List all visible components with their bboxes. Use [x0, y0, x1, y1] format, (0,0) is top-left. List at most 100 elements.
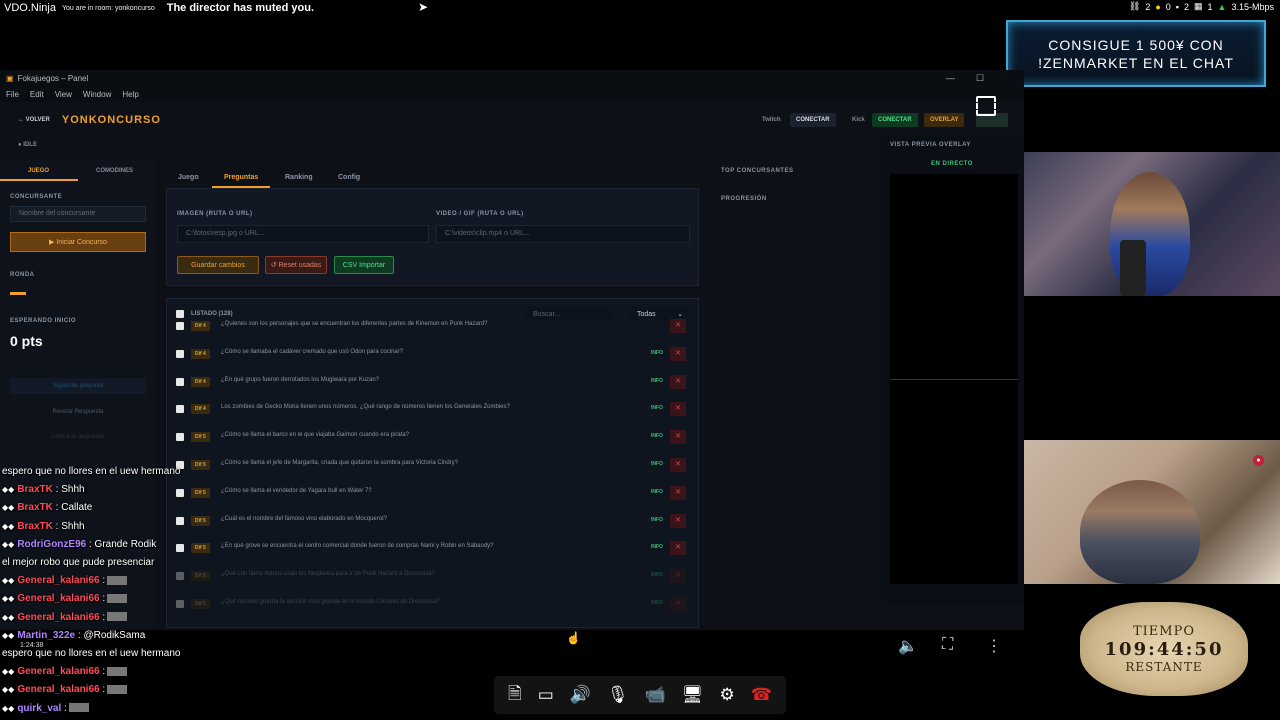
waiting-label: ESPERANDO INICIO: [10, 318, 77, 324]
info-button[interactable]: INFO: [651, 350, 663, 356]
speaker-icon[interactable]: 🔊: [570, 685, 591, 705]
round-indicator: [10, 292, 26, 295]
chat-icon[interactable]: ▭: [538, 685, 554, 705]
chat-username[interactable]: Martin_322e: [17, 630, 75, 641]
info-button[interactable]: INFO: [651, 405, 663, 411]
delete-button[interactable]: ✕: [670, 513, 686, 528]
grid-icon: ▦: [1194, 1, 1203, 11]
volume-icon[interactable]: 🔈: [898, 636, 918, 656]
screen-share-icon[interactable]: 🖥: [682, 685, 704, 705]
info-button[interactable]: INFO: [651, 517, 663, 523]
chat-overlay: espero que no llores en el uew hermano ◆◆…: [0, 466, 300, 720]
chat-username[interactable]: BraxTK: [17, 502, 53, 513]
twitch-connect-button[interactable]: CONECTAR: [790, 113, 836, 127]
question-edit-card: IMAGEN (RUTA O URL) C:\fotos\resp.jpg o …: [166, 188, 699, 286]
tab-juego-center[interactable]: Juego: [178, 174, 199, 181]
info-button[interactable]: INFO: [651, 600, 663, 606]
delete-button[interactable]: ✕: [670, 374, 686, 389]
chat-username[interactable]: quirk_val: [17, 703, 61, 714]
menu-edit[interactable]: Edit: [30, 90, 44, 99]
promo-line-1: CONSIGUE 1 500¥ CON: [1048, 36, 1224, 53]
delete-button[interactable]: ✕: [670, 346, 686, 361]
menu-view[interactable]: View: [55, 90, 72, 99]
user-icon: ▪: [1175, 1, 1179, 12]
save-changes-button[interactable]: Guardar cambios: [177, 256, 259, 274]
webcam-guest: [1024, 440, 1280, 584]
delete-button[interactable]: ✕: [670, 430, 686, 445]
delete-button[interactable]: ✕: [670, 319, 686, 333]
reveal-answer-button[interactable]: Revelar Respuesta: [10, 404, 146, 420]
vdo-control-bar: 🗎 ▭ 🔊 🎙 📹 🖥 ⚙ ☎: [494, 676, 786, 714]
delete-button[interactable]: ✕: [670, 458, 686, 472]
csv-import-button[interactable]: CSV Importar: [334, 256, 394, 274]
preview-divider: [890, 379, 1018, 380]
round-label: RONDA: [10, 272, 35, 278]
chat-username[interactable]: General_kalani66: [17, 612, 99, 623]
ready-button[interactable]: Listo a la respuesta: [10, 429, 146, 445]
chat-username[interactable]: BraxTK: [17, 484, 53, 495]
tab-ranking[interactable]: Ranking: [285, 174, 313, 181]
hang-up-icon[interactable]: ☎: [751, 685, 772, 705]
minimize-button[interactable]: —: [946, 73, 955, 83]
row-checkbox[interactable]: [176, 433, 184, 442]
file-share-icon[interactable]: 🗎: [508, 681, 522, 710]
brand-label: VDO.Ninja: [4, 2, 56, 14]
chat-username[interactable]: RodriGonzE96: [17, 539, 86, 550]
back-button[interactable]: ← VOLVER: [18, 117, 50, 123]
menu-window[interactable]: Window: [83, 90, 111, 99]
maximize-button[interactable]: ☐: [976, 73, 984, 84]
emote-icon: [107, 612, 128, 622]
microphone-toggle-icon[interactable]: 🎙: [607, 685, 629, 705]
fullscreen-corner-icon[interactable]: [976, 96, 996, 116]
menu-help[interactable]: Help: [122, 90, 138, 99]
settings-gear-icon[interactable]: ⚙: [719, 685, 734, 705]
delete-button[interactable]: ✕: [670, 402, 686, 417]
chat-username[interactable]: General_kalani66: [17, 593, 99, 604]
mouse-cursor-icon: ➤: [418, 0, 429, 14]
tab-config[interactable]: Config: [338, 174, 360, 181]
tab-comodines[interactable]: COMODINES: [96, 168, 133, 174]
info-button[interactable]: INFO: [651, 544, 663, 550]
row-checkbox[interactable]: [176, 405, 184, 414]
chat-text: :: [102, 575, 106, 587]
info-button[interactable]: INFO: [651, 489, 663, 495]
user-badges-icon: ◆◆: [2, 503, 15, 513]
delete-button[interactable]: ✕: [670, 541, 686, 556]
row-checkbox[interactable]: [176, 377, 184, 386]
tab-preguntas[interactable]: Preguntas: [224, 174, 258, 181]
more-options-icon[interactable]: ⋮: [986, 636, 1002, 656]
table-row[interactable]: Dif 4 ¿Cómo se llamaba el cadáver cremado…: [167, 341, 698, 369]
row-checkbox[interactable]: [176, 322, 184, 330]
overlay-button[interactable]: OVERLAY: [924, 113, 965, 127]
start-contest-button[interactable]: ▶ Iniciar Concurso: [10, 232, 146, 252]
record-icon: ●: [1253, 455, 1264, 466]
tab-juego[interactable]: JUEGO: [28, 168, 49, 174]
chat-username[interactable]: General_kalani66: [17, 575, 99, 586]
info-button[interactable]: INFO: [651, 378, 663, 384]
delete-button[interactable]: ✕: [670, 569, 686, 584]
chat-username[interactable]: General_kalani66: [17, 684, 99, 695]
table-row[interactable]: Dif 5 ¿Cómo se llama el barco en el que v…: [167, 424, 698, 452]
table-row[interactable]: Dif 4 ¿Quienes son los personajes que se …: [167, 313, 698, 341]
chat-username[interactable]: General_kalani66: [17, 666, 99, 677]
info-button[interactable]: INFO: [651, 433, 663, 439]
delete-button[interactable]: ✕: [670, 485, 686, 500]
reset-used-button[interactable]: ↺ Reset usadas: [265, 256, 327, 274]
contestant-name-input[interactable]: Nombre del concursante: [10, 206, 146, 222]
vdo-top-bar: VDO.Ninja You are in room: yonkoncurso T…: [0, 0, 1280, 16]
row-checkbox[interactable]: [176, 349, 184, 358]
chat-username[interactable]: BraxTK: [17, 521, 53, 532]
menu-file[interactable]: File: [6, 90, 19, 99]
kick-connect-button[interactable]: CONECTAR: [872, 113, 918, 127]
info-button[interactable]: INFO: [651, 572, 663, 578]
table-row[interactable]: Dif 4 ¿En qué grupo fueron derrotados los…: [167, 369, 698, 397]
info-button[interactable]: INFO: [651, 461, 663, 467]
camera-icon[interactable]: 📹: [645, 685, 666, 705]
fullscreen-icon[interactable]: ⛶: [942, 636, 953, 654]
video-path-input[interactable]: C:\videos\clip.mp4 o URL...: [436, 225, 690, 243]
next-question-button[interactable]: Siguiente pregunta: [10, 378, 146, 394]
chat-message: ◆◆ BraxTK : Shhh: [2, 521, 85, 532]
delete-button[interactable]: ✕: [670, 597, 686, 611]
table-row[interactable]: Dif 4 Los zombies de Gecko Moria tienen u…: [167, 396, 698, 424]
image-path-input[interactable]: C:\fotos\resp.jpg o URL...: [177, 225, 429, 243]
